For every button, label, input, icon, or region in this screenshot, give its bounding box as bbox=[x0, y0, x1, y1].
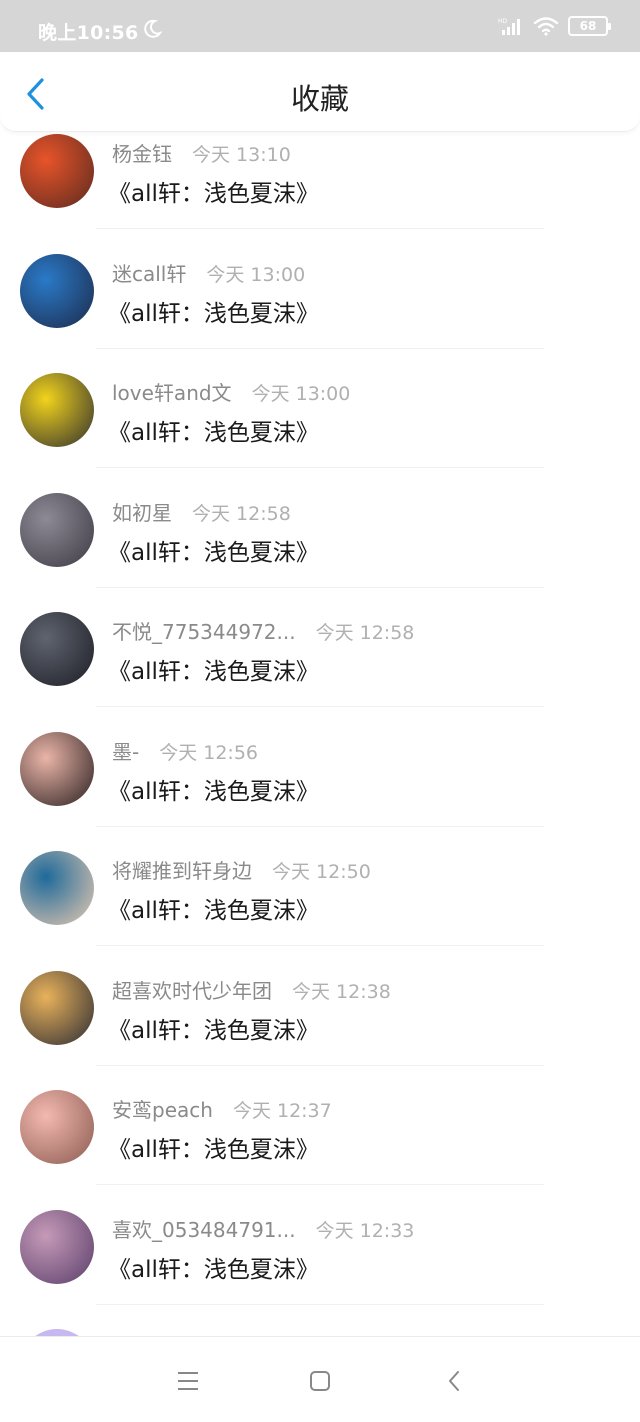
list-item[interactable]: 喜欢_053484791... 今天 12:33 《all轩：浅色夏沫》 bbox=[0, 1208, 640, 1328]
status-time: 晚上10:56 bbox=[38, 22, 139, 44]
item-title[interactable]: 《all轩：浅色夏沫》 bbox=[108, 1011, 319, 1045]
item-meta: 如初星 今天 12:58 bbox=[112, 497, 291, 526]
user-name[interactable]: 安鸾peach bbox=[112, 1094, 213, 1123]
status-bar: 晚上10:56 HD 68 bbox=[0, 0, 640, 52]
list-item[interactable]: 杨金钰 今天 13:10 《all轩：浅色夏沫》 bbox=[0, 132, 640, 252]
item-time: 今天 12:56 bbox=[159, 741, 259, 764]
avatar[interactable] bbox=[20, 1090, 94, 1164]
divider bbox=[96, 1184, 544, 1185]
item-title[interactable]: 《all轩：浅色夏沫》 bbox=[108, 533, 319, 567]
divider bbox=[96, 706, 544, 707]
user-name[interactable]: 杨金钰 bbox=[112, 138, 172, 167]
list-item[interactable]: 如初星 今天 12:58 《all轩：浅色夏沫》 bbox=[0, 491, 640, 611]
divider bbox=[96, 347, 544, 349]
header: 收藏 bbox=[0, 52, 640, 132]
divider bbox=[96, 228, 544, 229]
avatar[interactable] bbox=[20, 1209, 94, 1284]
user-name[interactable]: 如初星 bbox=[112, 497, 172, 526]
avatar[interactable] bbox=[20, 1329, 94, 1336]
item-time: 今天 12:50 bbox=[272, 861, 371, 883]
list-item[interactable]: 将耀推到轩身边 今天 12:50 《all轩：浅色夏沫》 bbox=[0, 849, 640, 969]
item-time: 今天 13:10 bbox=[192, 144, 291, 166]
nav-back-icon bbox=[449, 1371, 459, 1391]
home-button[interactable] bbox=[306, 1367, 334, 1395]
signal-icon: HD bbox=[498, 18, 520, 35]
moon-icon bbox=[144, 19, 162, 38]
avatar[interactable] bbox=[20, 851, 94, 925]
wifi-icon bbox=[533, 17, 559, 36]
item-meta: 杨金钰 今天 13:10 bbox=[112, 138, 291, 167]
item-title[interactable]: 《all轩：浅色夏沫》 bbox=[108, 174, 319, 208]
list-item[interactable]: 超喜欢时代少年团 今天 12:38 《all轩：浅色夏沫》 bbox=[0, 969, 640, 1089]
divider bbox=[96, 1064, 544, 1066]
item-meta: 安鸾peach 今天 12:37 bbox=[112, 1094, 332, 1123]
nav-back-button[interactable] bbox=[440, 1367, 468, 1395]
user-name[interactable]: 喜欢_053484791... bbox=[112, 1214, 296, 1243]
item-meta: 墨- 今天 12:56 bbox=[112, 736, 258, 765]
user-name[interactable]: 迷call轩 bbox=[112, 258, 186, 287]
item-title[interactable]: 《all轩：浅色夏沫》 bbox=[108, 294, 319, 328]
list-item[interactable]: 不悦_775344972... 今天 12:58 《all轩：浅色夏沫》 bbox=[0, 610, 640, 730]
divider bbox=[96, 945, 544, 946]
user-name[interactable]: 超喜欢时代少年团 bbox=[112, 975, 272, 1004]
item-title[interactable]: 《all轩：浅色夏沫》 bbox=[108, 1250, 319, 1284]
item-meta: 超喜欢时代少年团 今天 12:38 bbox=[112, 975, 391, 1004]
avatar[interactable] bbox=[20, 731, 94, 806]
item-title[interactable]: 《all轩：浅色夏沫》 bbox=[108, 891, 319, 925]
avatar[interactable] bbox=[20, 612, 94, 686]
item-meta: 不悦_775344972... 今天 12:58 bbox=[112, 616, 414, 645]
page-title: 收藏 bbox=[290, 82, 349, 116]
divider bbox=[96, 586, 544, 588]
divider bbox=[96, 825, 544, 827]
list-item[interactable] bbox=[0, 1327, 640, 1336]
item-time: 今天 12:33 bbox=[315, 1219, 415, 1242]
item-time: 今天 12:37 bbox=[232, 1100, 332, 1122]
status-icons: HD 68 bbox=[498, 16, 611, 36]
menu-button[interactable] bbox=[174, 1367, 202, 1395]
item-time: 今天 12:58 bbox=[315, 622, 415, 644]
item-time: 今天 13:00 bbox=[206, 263, 306, 286]
svg-text:HD: HD bbox=[498, 18, 508, 25]
list-item[interactable]: 安鸾peach 今天 12:37 《all轩：浅色夏沫》 bbox=[0, 1088, 640, 1208]
list-item[interactable]: 迷call轩 今天 13:00 《all轩：浅色夏沫》 bbox=[0, 252, 640, 372]
avatar[interactable] bbox=[20, 492, 94, 567]
favorites-list[interactable]: 杨金钰 今天 13:10 《all轩：浅色夏沫》 迷call轩 今天 13:00 《all… bbox=[0, 132, 640, 1336]
avatar[interactable] bbox=[20, 970, 94, 1045]
user-name[interactable]: 不悦_775344972... bbox=[112, 616, 296, 645]
item-title[interactable]: 《all轩：浅色夏沫》 bbox=[108, 1130, 319, 1164]
avatar[interactable] bbox=[20, 373, 94, 447]
battery-level: 68 bbox=[579, 19, 597, 33]
item-time: 今天 12:58 bbox=[192, 502, 291, 525]
menu-icon bbox=[178, 1372, 198, 1390]
item-time: 今天 12:38 bbox=[292, 980, 391, 1003]
battery-icon: 68 bbox=[568, 16, 611, 36]
user-name[interactable]: 将耀推到轩身边 bbox=[112, 855, 252, 884]
list-item[interactable]: 墨- 今天 12:56 《all轩：浅色夏沫》 bbox=[0, 730, 640, 850]
divider bbox=[96, 467, 544, 468]
home-icon bbox=[310, 1371, 330, 1391]
item-title[interactable]: 《all轩：浅色夏沫》 bbox=[108, 652, 319, 686]
item-meta: 将耀推到轩身边 今天 12:50 bbox=[112, 855, 371, 884]
item-time: 今天 13:00 bbox=[251, 383, 351, 405]
list-item[interactable]: love轩and文 今天 13:00 《all轩：浅色夏沫》 bbox=[0, 371, 640, 491]
item-meta: 迷call轩 今天 13:00 bbox=[112, 258, 305, 287]
user-name[interactable]: 墨- bbox=[112, 736, 139, 765]
avatar[interactable] bbox=[20, 253, 94, 328]
user-name[interactable]: love轩and文 bbox=[112, 377, 232, 406]
item-meta: 喜欢_053484791... 今天 12:33 bbox=[112, 1214, 414, 1243]
divider bbox=[96, 1303, 544, 1305]
avatar[interactable] bbox=[20, 134, 94, 208]
system-nav-bar bbox=[0, 1336, 640, 1422]
item-title[interactable]: 《all轩：浅色夏沫》 bbox=[108, 772, 319, 806]
item-title[interactable]: 《all轩：浅色夏沫》 bbox=[108, 413, 319, 447]
item-meta: love轩and文 今天 13:00 bbox=[112, 377, 350, 406]
